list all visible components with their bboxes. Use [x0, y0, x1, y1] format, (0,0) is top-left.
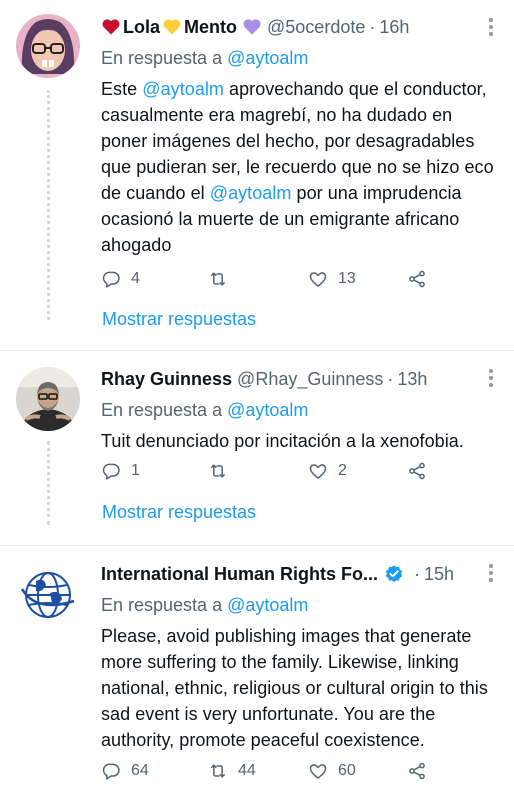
- reply-context: En respuesta a @aytoalm: [101, 592, 498, 618]
- timestamp[interactable]: 13h: [397, 366, 427, 392]
- tweet-header: International Human Rights Fo... · 15h: [101, 561, 498, 587]
- show-replies-link[interactable]: Mostrar respuestas: [102, 502, 256, 523]
- reply-count: 1: [131, 462, 140, 479]
- thread-line: [47, 90, 50, 320]
- display-name[interactable]: Rhay Guinness: [101, 366, 232, 392]
- tweet-text: Este @aytoalm aprovechando que el conduc…: [101, 76, 498, 258]
- mention-link[interactable]: @aytoalm: [210, 183, 292, 203]
- tweet-actions: 64 44 60: [101, 758, 498, 784]
- like-button[interactable]: 13: [308, 269, 407, 289]
- reply-button[interactable]: 64: [101, 761, 208, 781]
- yellow-heart-emoji: [162, 17, 182, 37]
- like-count: 2: [338, 462, 347, 479]
- reply-context: En respuesta a @aytoalm: [101, 397, 498, 423]
- user-handle[interactable]: @5ocerdote: [267, 14, 365, 40]
- mention-link[interactable]: @aytoalm: [142, 79, 224, 99]
- like-button[interactable]: 60: [308, 761, 407, 781]
- retweet-count: 44: [238, 762, 256, 779]
- separator-dot: ·: [369, 17, 376, 37]
- like-icon: [309, 272, 327, 287]
- avatar[interactable]: [16, 563, 80, 627]
- text-segment: Este: [101, 79, 143, 99]
- reply-button[interactable]: 1: [101, 461, 208, 481]
- display-name-part[interactable]: Mento: [184, 14, 237, 40]
- like-icon: [309, 464, 327, 479]
- reply-icon: [102, 763, 120, 780]
- user-handle[interactable]: @Rhay_Guinness: [237, 366, 383, 392]
- reply-context: En respuesta a @aytoalm: [101, 45, 498, 71]
- avatar[interactable]: [16, 14, 80, 78]
- reply-button[interactable]: 4: [101, 269, 208, 289]
- reply-prefix: En respuesta a: [101, 400, 223, 420]
- like-count: 13: [338, 270, 356, 287]
- reply-icon: [102, 271, 120, 288]
- share-icon: [409, 270, 425, 288]
- share-icon: [409, 462, 425, 480]
- tweet-actions: 4 13: [101, 266, 498, 292]
- tweet-header: Rhay Guinness @Rhay_Guinness · 13h: [101, 366, 498, 392]
- display-name[interactable]: International Human Rights Fo...: [101, 561, 378, 587]
- retweet-button[interactable]: [208, 269, 308, 289]
- reply-count: 64: [131, 762, 149, 779]
- thread-line: [47, 441, 50, 525]
- retweet-button[interactable]: 44: [208, 761, 308, 781]
- like-count: 60: [338, 762, 356, 779]
- retweet-button[interactable]: [208, 461, 308, 481]
- display-name-part[interactable]: Lola: [123, 14, 160, 40]
- reply-to-mention[interactable]: @aytoalm: [227, 48, 308, 68]
- more-options-icon[interactable]: [488, 564, 494, 582]
- share-button[interactable]: [407, 461, 427, 481]
- separator-dot: ·: [414, 564, 421, 584]
- reply-count: 4: [131, 270, 140, 287]
- like-icon: [309, 764, 327, 779]
- share-button[interactable]: [407, 269, 427, 289]
- tweet[interactable]: International Human Rights Fo... · 15h E…: [0, 546, 514, 802]
- retweet-icon: [211, 464, 225, 478]
- tweet-text: Please, avoid publishing images that gen…: [101, 626, 488, 750]
- show-replies-link[interactable]: Mostrar respuestas: [102, 309, 256, 330]
- reply-icon: [102, 463, 120, 480]
- separator-dot: ·: [387, 369, 394, 389]
- retweet-icon: [211, 272, 225, 286]
- reply-prefix: En respuesta a: [101, 48, 223, 68]
- red-heart-emoji: [101, 17, 121, 37]
- share-button[interactable]: [407, 761, 427, 781]
- reply-prefix: En respuesta a: [101, 595, 223, 615]
- verified-badge-icon: [384, 564, 404, 584]
- reply-to-mention[interactable]: @aytoalm: [227, 400, 308, 420]
- retweet-icon: [211, 764, 225, 778]
- more-options-icon[interactable]: [488, 369, 494, 387]
- timestamp[interactable]: 16h: [379, 14, 409, 40]
- tweet[interactable]: Rhay Guinness @Rhay_Guinness · 13h En re…: [0, 351, 514, 546]
- share-icon: [409, 762, 425, 780]
- tweet-header: Lola Mento @5ocerdote · 16h: [101, 14, 498, 40]
- tweet-text: Tuit denunciado por incitación a la xeno…: [101, 431, 464, 451]
- like-button[interactable]: 2: [308, 461, 407, 481]
- timestamp[interactable]: 15h: [424, 561, 454, 587]
- tweet[interactable]: Lola Mento @5ocerdote · 16h En respuesta…: [0, 0, 514, 351]
- avatar[interactable]: [16, 367, 80, 431]
- tweet-actions: 1 2: [101, 458, 498, 484]
- reply-to-mention[interactable]: @aytoalm: [227, 595, 308, 615]
- purple-heart-emoji: [242, 17, 262, 37]
- more-options-icon[interactable]: [488, 18, 494, 36]
